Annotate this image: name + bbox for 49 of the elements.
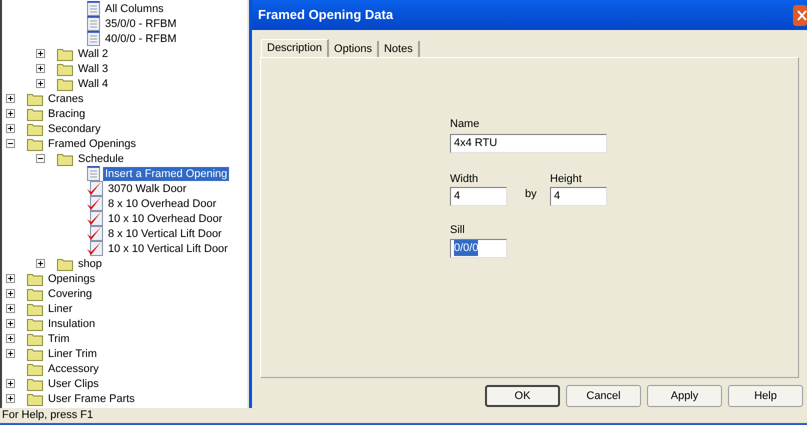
- field-value: 4x4 RTU: [454, 136, 498, 151]
- tree-item[interactable]: Accessory: [46, 362, 101, 376]
- tree-item[interactable]: 40/0/0 - RFBM: [103, 32, 179, 46]
- field-value: 0/0/0: [454, 240, 478, 256]
- window-title: Framed Opening Data: [258, 6, 394, 24]
- field-label: Height: [550, 172, 583, 186]
- field-label: Sill: [450, 223, 466, 238]
- tree-item[interactable]: Framed Openings: [46, 136, 138, 150]
- tree-item[interactable]: 35/0/0 - RFBM: [103, 16, 179, 30]
- tree-item[interactable]: Liner Trim: [46, 346, 99, 360]
- tree-item[interactable]: Schedule: [76, 152, 126, 166]
- tab[interactable]: Notes: [378, 41, 420, 57]
- tree-item[interactable]: Liner: [46, 302, 74, 316]
- text-field[interactable]: 4: [450, 187, 507, 206]
- by-label: by: [525, 187, 537, 202]
- tree-item[interactable]: 10 x 10 Overhead Door: [106, 212, 224, 226]
- tree-item[interactable]: Bracing: [46, 106, 88, 120]
- tree-item[interactable]: 10 x 10 Vertical Lift Door: [106, 242, 230, 256]
- dialog-button[interactable]: OK: [485, 385, 560, 407]
- dialog-button[interactable]: Help: [728, 385, 803, 407]
- tree-item[interactable]: Secondary: [46, 122, 103, 136]
- tree-item[interactable]: 8 x 10 Overhead Door: [106, 196, 218, 210]
- tree-item[interactable]: shop: [76, 256, 104, 270]
- tree-item[interactable]: Insert a Framed Opening: [103, 166, 230, 180]
- tree-item[interactable]: Wall 2: [76, 46, 110, 60]
- field-value: 4: [454, 189, 460, 204]
- field-label: Name: [450, 117, 480, 132]
- tree-item[interactable]: Trim: [46, 332, 72, 346]
- field-value: 4: [554, 189, 560, 204]
- tree-item[interactable]: Wall 4: [76, 76, 110, 90]
- text-field[interactable]: 4x4 RTU: [450, 134, 607, 152]
- tree-item[interactable]: Openings: [46, 272, 98, 286]
- status-text: For Help, press F1: [2, 408, 94, 424]
- tab[interactable]: Options: [329, 41, 379, 57]
- tree-item[interactable]: 3070 Walk Door: [106, 182, 188, 196]
- tree-item[interactable]: Insulation: [46, 316, 98, 330]
- tree-item[interactable]: All Columns: [103, 2, 166, 16]
- tree-item[interactable]: Covering: [46, 286, 94, 300]
- field-label: Width: [450, 172, 480, 186]
- tree-item[interactable]: 8 x 10 Vertical Lift Door: [106, 226, 224, 240]
- text-field[interactable]: 4: [550, 187, 607, 206]
- tree-item[interactable]: Cranes: [46, 92, 86, 106]
- tree-item[interactable]: Wall 3: [76, 62, 110, 76]
- text-field[interactable]: 0/0/0: [450, 238, 507, 258]
- tree-item[interactable]: User Clips: [46, 376, 101, 390]
- tab[interactable]: Description: [261, 39, 330, 57]
- dialog-button[interactable]: Cancel: [566, 385, 641, 407]
- dialog-button[interactable]: Apply: [647, 385, 722, 407]
- tree-item[interactable]: User Frame Parts: [46, 392, 137, 406]
